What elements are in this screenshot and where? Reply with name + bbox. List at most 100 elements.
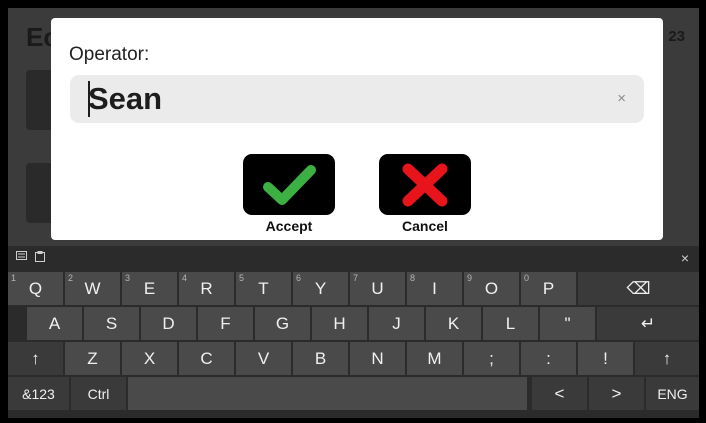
key-s[interactable]: S (84, 307, 139, 340)
key-label: : (546, 348, 551, 368)
key-w[interactable]: 2W (65, 272, 120, 305)
key-j[interactable]: J (369, 307, 424, 340)
operator-input-value: Sean (88, 81, 163, 116)
right-arrow-key[interactable]: > (589, 377, 644, 410)
touch-keyboard: × 1 Q 2 W 3 E 4 R 5 T 6 Y 7 U 8 I 9 O 0 P ⌫ A S D F G H J K L " ↵ ↑ Z X C V B… (8, 246, 699, 418)
key-label: T (258, 278, 269, 298)
key-a[interactable]: A (27, 307, 82, 340)
key-label: R (200, 278, 213, 298)
key-b[interactable]: B (293, 342, 348, 375)
space-key[interactable] (128, 377, 527, 410)
key-z[interactable]: Z (65, 342, 120, 375)
key-label: ↑ (31, 348, 40, 368)
key-label: H (333, 313, 346, 333)
key-k[interactable]: K (426, 307, 481, 340)
enter-key[interactable]: ↵ (597, 307, 699, 340)
key-label: Q (28, 278, 43, 298)
key-l[interactable]: L (483, 307, 538, 340)
shift-key-left[interactable]: ↑ (8, 342, 63, 375)
screen: Ec 23 Operator: Sean × Accept Cancel × 1… (8, 8, 699, 418)
background-count: 23 (668, 28, 685, 45)
key-label: ⌫ (626, 278, 651, 298)
key-label: " (564, 313, 571, 333)
key-label: A (48, 313, 61, 333)
clipboard-icon[interactable] (35, 251, 45, 265)
key-label: F (220, 313, 231, 333)
operator-input[interactable]: Sean × (70, 75, 644, 123)
key-x[interactable]: X (122, 342, 177, 375)
key-v[interactable]: V (236, 342, 291, 375)
keyboard-close-icon[interactable]: × (681, 250, 689, 266)
key-m[interactable]: M (407, 342, 462, 375)
accept-button[interactable]: Accept (243, 154, 335, 234)
key-exclamation[interactable]: ! (578, 342, 633, 375)
key-label: &123 (22, 385, 55, 402)
key-label: V (257, 348, 270, 368)
keyboard-settings-icon[interactable] (16, 251, 27, 263)
key-label: ↑ (662, 348, 672, 368)
key-number-hint: 8 (410, 273, 416, 283)
key-label: Ctrl (87, 385, 110, 402)
key-number-hint: 6 (296, 273, 302, 283)
checkmark-icon (263, 164, 316, 205)
key-i[interactable]: 8I (407, 272, 462, 305)
key-g[interactable]: G (255, 307, 310, 340)
key-label: U (371, 278, 384, 298)
key-y[interactable]: 6Y (293, 272, 348, 305)
key-label: J (392, 313, 401, 333)
cross-icon (402, 163, 448, 206)
key-label: P (542, 278, 555, 298)
key-label: < (554, 383, 565, 403)
clear-input-icon[interactable]: × (617, 90, 626, 107)
key-label: ENG (657, 385, 688, 402)
key-number-hint: 0 (524, 273, 530, 283)
key-label: C (200, 348, 213, 368)
key-number-hint: 4 (182, 273, 188, 283)
key-label: I (432, 278, 437, 298)
key-p[interactable]: 0P (521, 272, 576, 305)
cancel-label: Cancel (402, 218, 448, 234)
key-label: X (143, 348, 156, 368)
key-label: M (427, 348, 442, 368)
operator-dialog: Operator: Sean × Accept Cancel (51, 18, 663, 240)
backspace-key[interactable]: ⌫ (578, 272, 699, 305)
key-number-hint: 3 (125, 273, 131, 283)
key-number-hint: 7 (353, 273, 359, 283)
key-d[interactable]: D (141, 307, 196, 340)
left-arrow-key[interactable]: < (532, 377, 587, 410)
key-label: Y (314, 278, 327, 298)
ctrl-key[interactable]: Ctrl (71, 377, 126, 410)
key-label: D (162, 313, 175, 333)
key-label: K (447, 313, 460, 333)
key-o[interactable]: 9O (464, 272, 519, 305)
cancel-button[interactable]: Cancel (379, 154, 471, 234)
key-label: S (105, 313, 118, 333)
key-number-hint: 9 (467, 273, 473, 283)
language-key[interactable]: ENG (646, 377, 699, 410)
key-label: Z (87, 348, 98, 368)
key-number-hint: 2 (68, 273, 74, 283)
key-label: E (143, 278, 156, 298)
key-c[interactable]: C (179, 342, 234, 375)
key-r[interactable]: 4R (179, 272, 234, 305)
key-number-hint: 1 (11, 273, 17, 283)
symbols-key[interactable]: &123 (8, 377, 69, 410)
key-label: L (505, 313, 516, 333)
key-e[interactable]: 3E (122, 272, 177, 305)
key-label: > (611, 383, 622, 403)
key-label: W (84, 278, 101, 298)
key-semicolon[interactable]: ; (464, 342, 519, 375)
accept-label: Accept (265, 218, 313, 234)
key-t[interactable]: 5T (236, 272, 291, 305)
key-n[interactable]: N (350, 342, 405, 375)
key-colon[interactable]: : (521, 342, 576, 375)
key-number-hint: 5 (239, 273, 245, 283)
key-label: ! (603, 348, 608, 368)
key-q[interactable]: 1Q (8, 272, 63, 305)
shift-key-right[interactable]: ↑ (635, 342, 699, 375)
key-label: G (275, 313, 290, 333)
key-quote[interactable]: " (540, 307, 595, 340)
key-u[interactable]: 7U (350, 272, 405, 305)
key-f[interactable]: F (198, 307, 253, 340)
key-h[interactable]: H (312, 307, 367, 340)
